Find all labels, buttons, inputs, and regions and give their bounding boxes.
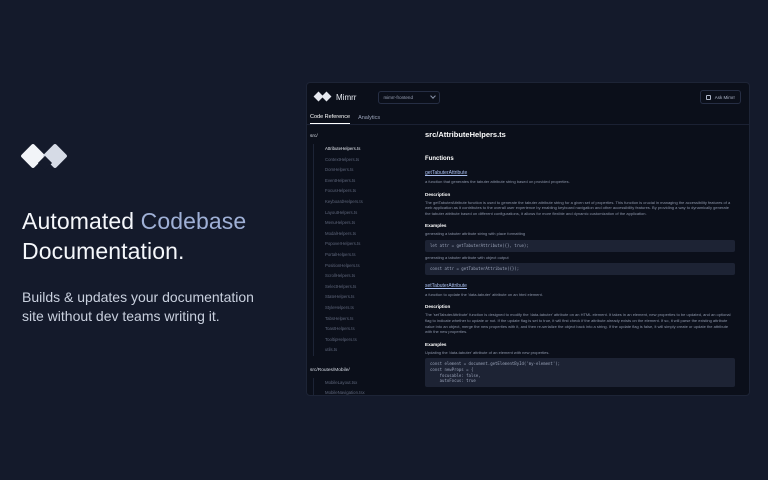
sidebar-file-item[interactable]: DomHelpers.ts [313, 165, 413, 176]
function-summary: a function that generates the tabuter at… [425, 179, 570, 184]
folder-routes-mobile[interactable]: src/Routes/Mobile/ [310, 368, 413, 373]
examples-heading: Examples [425, 223, 447, 229]
sidebar-file-item[interactable]: MobileLayout.tsx [313, 377, 413, 389]
sidebar-file-item[interactable]: AttributeHelpers.ts [313, 144, 413, 155]
sidebar-file-item[interactable]: SelectHelpers.ts [313, 281, 413, 293]
sidebar-file-item[interactable]: TabsHelpers.ts [313, 313, 413, 325]
sidebar-file-item[interactable]: utils.ts [313, 345, 413, 356]
sidebar-file-item[interactable]: FocusHelpers.ts [313, 186, 413, 197]
description-heading: Description [425, 304, 451, 310]
sidebar-file-item[interactable]: KeyboardHelpers.ts [313, 196, 413, 208]
tabs: Code Reference Analytics [307, 111, 749, 125]
description-text: The 'setTabuterAttribute' function is de… [425, 312, 731, 335]
app-window: Mimrr mimrr-frontend Ask Mimrr Code Refe… [306, 82, 750, 396]
code-block[interactable]: const attr = getTabuterAttribute({}); [425, 263, 735, 275]
repo-select[interactable]: mimrr-frontend [378, 90, 441, 104]
example-caption: generating a tabuter attribute with obje… [425, 254, 509, 260]
function-summary: a function to update the 'data-tabuter' … [425, 291, 543, 297]
headline-line2: Documentation. [22, 238, 185, 264]
headline-plain: Automated [22, 208, 141, 234]
sidebar-file-item[interactable]: LayoutHelpers.ts [313, 207, 413, 219]
code-block[interactable]: let attr = getTabuterAttribute({}, true)… [425, 239, 735, 252]
mimrr-logo-icon [20, 140, 68, 172]
ask-button[interactable]: Ask Mimrr [699, 90, 741, 104]
tab-code-reference[interactable]: Code Reference [310, 111, 351, 124]
folder-src[interactable]: src/ [310, 134, 413, 139]
sidebar-file-item[interactable]: PopoverHelpers.ts [313, 239, 413, 250]
page-title: src/AttributeHelpers.ts [425, 130, 506, 139]
sidebar-file-item[interactable]: EventHelpers.ts [313, 175, 413, 187]
repo-select-value: mimrr-frontend [383, 94, 413, 100]
sidebar-file-item[interactable]: PortalHelpers.ts [313, 249, 413, 261]
brand-logo-icon [313, 91, 332, 102]
sidebar-file-item[interactable]: ToastHelpers.ts [313, 324, 413, 335]
sidebar-file-item[interactable]: MenuHelpers.ts [313, 218, 413, 229]
chevron-down-icon [430, 93, 437, 99]
hero: Automated Codebase Documentation. Builds… [20, 140, 312, 326]
brand-name: Mimrr [336, 92, 357, 102]
example-caption: Updating the 'data-tabuter' attribute of… [425, 349, 550, 355]
subtitle-line2: site without dev teams writing it. [22, 308, 220, 324]
brand[interactable]: Mimrr [313, 91, 357, 102]
example-caption: generating a tabuter attribute string wi… [425, 231, 526, 237]
chat-icon [705, 94, 711, 100]
code-block[interactable]: const element = document.getElementById(… [425, 358, 735, 387]
function-link-get[interactable]: getTabuterAttribute [425, 170, 735, 176]
description-heading: Description [425, 191, 451, 197]
doc-content: src/AttributeHelpers.ts Functions getTab… [425, 125, 735, 395]
hero-headline: Automated Codebase Documentation. [22, 206, 312, 266]
sidebar-file-item[interactable]: ModalHelpers.ts [313, 228, 413, 240]
description-text: The getTabuterAttribute function is used… [425, 199, 731, 216]
sidebar-file-item[interactable]: ScrollHelpers.ts [313, 271, 413, 282]
file-tree-sidebar: src/ AttributeHelpers.ts ContextHelpers.t… [307, 125, 413, 395]
sidebar-file-item[interactable]: ContextHelpers.ts [313, 154, 413, 166]
sidebar-file-item[interactable]: TooltipHelpers.ts [313, 334, 413, 346]
functions-heading: Functions [425, 156, 454, 162]
sidebar-file-item[interactable]: StyleHelpers.ts [313, 302, 413, 314]
app-topbar: Mimrr mimrr-frontend Ask Mimrr [307, 83, 749, 111]
subtitle-line1: Builds & updates your documentation [22, 289, 254, 305]
sidebar-file-item[interactable]: MobileNavigation.tsx [313, 388, 413, 395]
hero-subtitle: Builds & updates your documentation site… [22, 288, 312, 326]
function-link-set[interactable]: setTabuterAttribute [425, 283, 735, 289]
code-line: autoFocus: true [430, 378, 476, 384]
headline-accent: Codebase [140, 208, 247, 234]
ask-button-label: Ask Mimrr [714, 94, 735, 100]
tab-analytics[interactable]: Analytics [358, 112, 380, 124]
examples-heading: Examples [425, 341, 447, 347]
sidebar-file-item[interactable]: StateHelpers.ts [313, 292, 413, 303]
sidebar-file-item[interactable]: PositionHelpers.ts [313, 260, 413, 272]
